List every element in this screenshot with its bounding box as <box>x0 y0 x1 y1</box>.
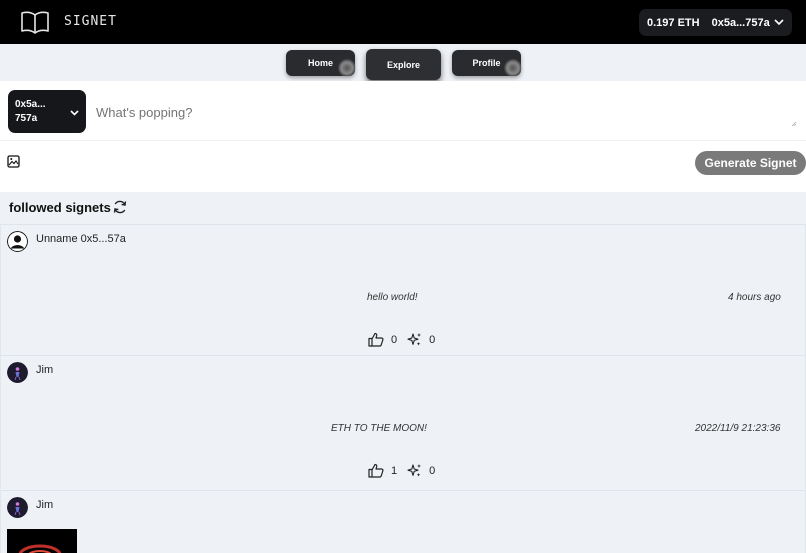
compose-input[interactable] <box>94 93 798 131</box>
post-author[interactable]: Jim <box>36 499 53 511</box>
refresh-icon[interactable] <box>112 199 128 215</box>
generate-signet-button[interactable]: Generate Signet <box>695 151 806 175</box>
nav-tabs: Home Explore Profile <box>0 49 806 82</box>
brand-name: SIGNET <box>64 14 117 29</box>
tab-home-indicator <box>338 59 356 77</box>
generate-signet-label: Generate Signet <box>704 156 797 170</box>
like-count: 1 <box>391 464 398 477</box>
post-author[interactable]: Jim <box>36 364 53 376</box>
tab-profile-indicator <box>504 59 522 77</box>
account-selector[interactable]: 0x5a... 757a <box>8 90 86 133</box>
brand-logo[interactable]: SIGNET <box>20 9 116 35</box>
signet-post: Unname 0x5...57a hello world! 4 hours ag… <box>0 224 806 355</box>
tab-profile-label: Profile <box>472 58 501 68</box>
tab-explore[interactable]: Explore <box>366 49 441 80</box>
spark-count: 0 <box>429 333 436 346</box>
wallet-balance: 0.197 ETH <box>647 16 700 29</box>
post-actions: 0 0 <box>368 332 445 347</box>
resize-handle-icon[interactable] <box>791 121 797 127</box>
book-icon <box>21 11 49 34</box>
sparkles-icon[interactable] <box>407 463 422 478</box>
wallet-button[interactable]: 0.197 ETH 0x5a...757a <box>639 9 792 36</box>
thumbs-up-icon[interactable] <box>368 332 384 347</box>
image-icon[interactable] <box>7 155 20 168</box>
wallet-address: 0x5a...757a <box>711 16 770 29</box>
tab-home-label: Home <box>307 58 333 68</box>
chevron-down-icon <box>774 19 784 26</box>
feed-header: followed signets <box>0 193 806 223</box>
signet-post: Jim ETH TO THE MOON! 2022/11/9 21:23:36 … <box>0 355 806 489</box>
avatar[interactable] <box>7 362 28 383</box>
sparkles-icon[interactable] <box>407 332 422 347</box>
post-content: ETH TO THE MOON! <box>331 423 427 434</box>
avatar[interactable] <box>7 231 28 252</box>
avatar[interactable] <box>7 497 28 518</box>
post-content: hello world! <box>367 292 418 303</box>
post-timestamp: 2022/11/9 21:23:36 <box>695 423 781 434</box>
composer-divider <box>0 140 806 141</box>
spark-count: 0 <box>429 464 436 477</box>
account-line-2: 757a <box>15 113 38 124</box>
like-count: 0 <box>391 333 398 346</box>
composer: 0x5a... 757a Generate Signet <box>0 81 806 192</box>
thumbs-up-icon[interactable] <box>368 463 384 478</box>
top-bar: SIGNET 0.197 ETH 0x5a...757a <box>0 0 806 44</box>
post-author[interactable]: Unname 0x5...57a <box>36 233 126 245</box>
post-actions: 1 0 <box>368 463 445 478</box>
signet-post: Jim <box>0 490 806 553</box>
post-timestamp: 4 hours ago <box>728 292 781 303</box>
feed-title: followed signets <box>9 200 111 215</box>
tab-explore-label: Explore <box>386 59 420 70</box>
post-image[interactable] <box>7 529 77 553</box>
chevron-down-icon <box>70 107 79 121</box>
account-line-1: 0x5a... <box>15 99 46 110</box>
